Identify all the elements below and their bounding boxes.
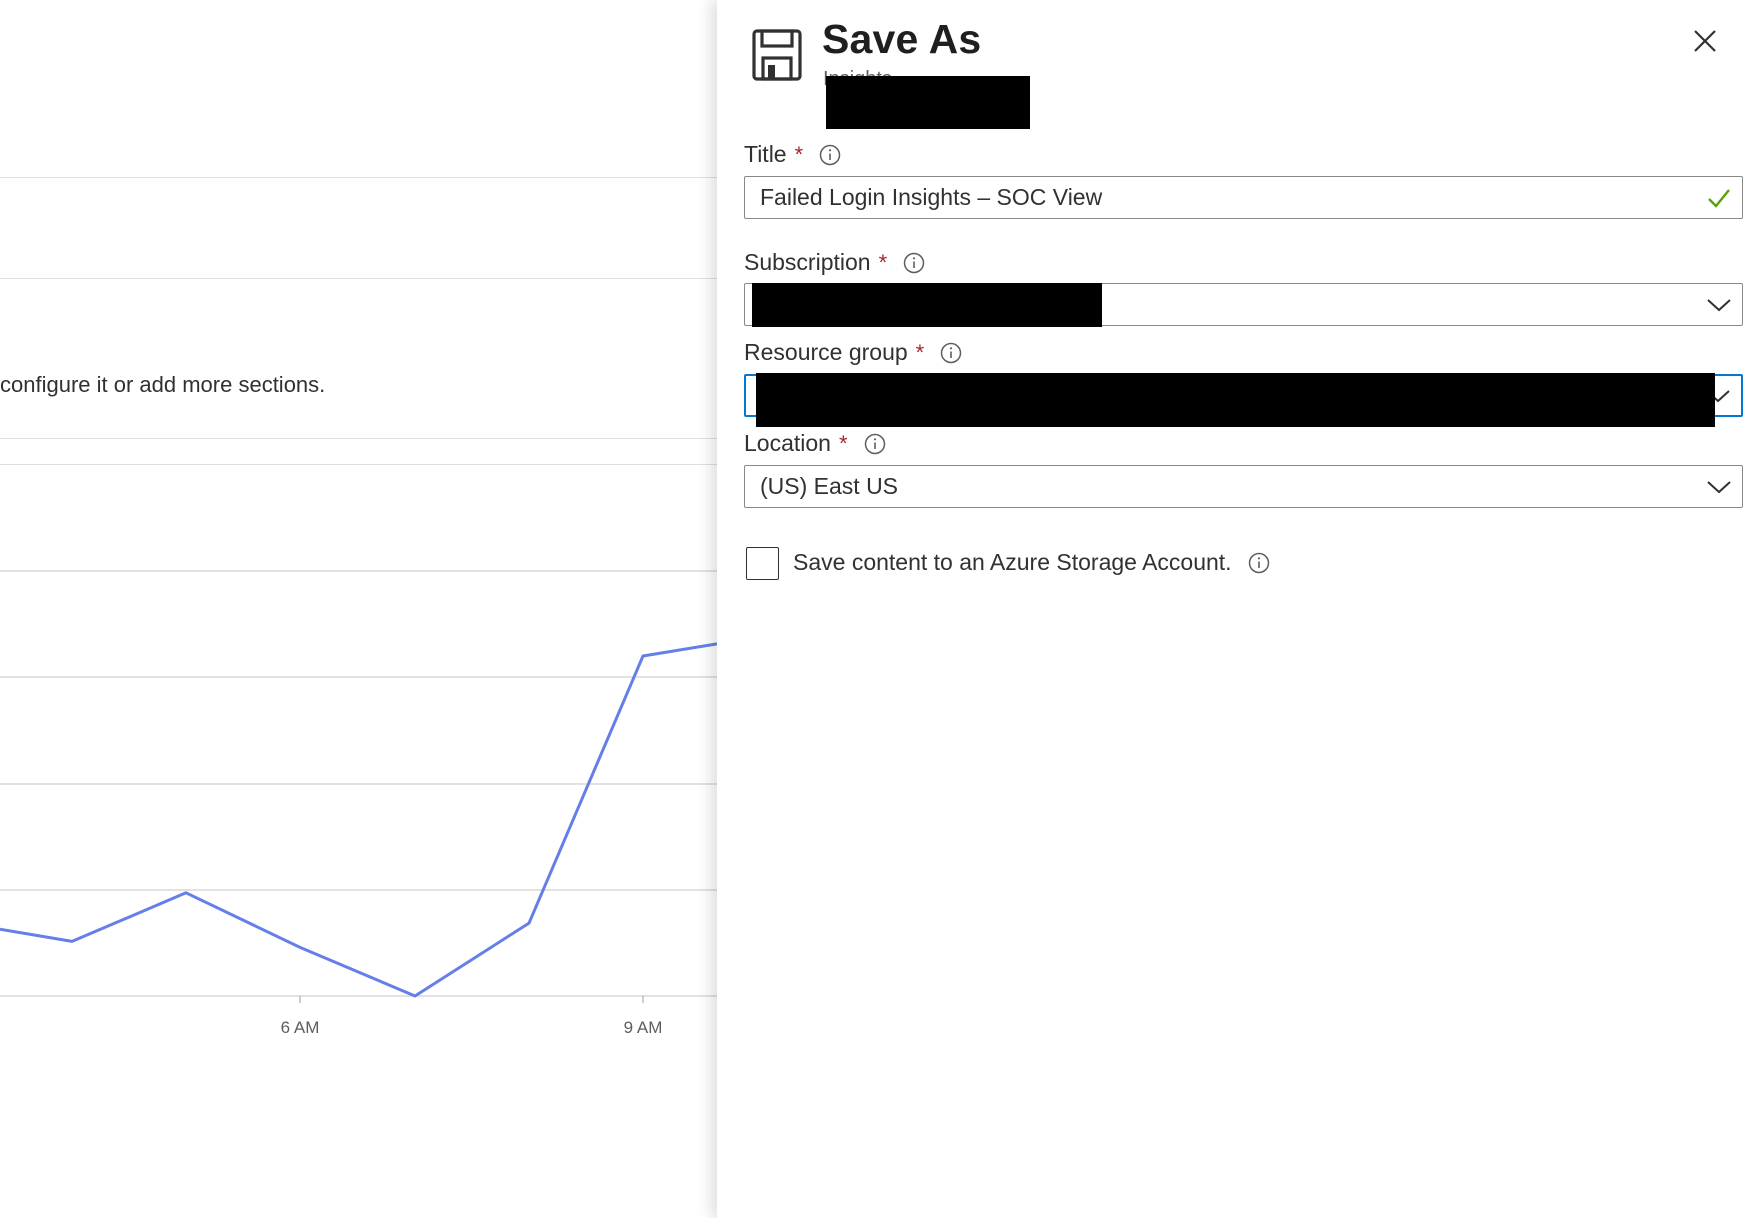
chevron-down-icon	[1707, 480, 1731, 493]
title-field-label: Title *	[744, 141, 841, 168]
redaction-block	[756, 373, 1715, 427]
subscription-field-label: Subscription *	[744, 249, 925, 276]
title-input[interactable]: Failed Login Insights – SOC View	[744, 176, 1743, 219]
info-icon[interactable]	[940, 342, 962, 364]
resource-group-label-text: Resource group	[744, 339, 908, 365]
x-axis-ticks: 6 AM 9 AM	[281, 996, 663, 1037]
storage-account-label: Save content to an Azure Storage Account…	[793, 549, 1270, 576]
info-icon[interactable]	[1248, 552, 1270, 574]
workbook-canvas: configure it or add more sections. 6 AM 9…	[0, 0, 717, 1218]
save-as-panel: Save As Insights Title * Failed Login In…	[717, 0, 1746, 1218]
redaction-block	[826, 76, 1030, 129]
checkmark-icon	[1708, 188, 1730, 208]
redaction-block	[752, 283, 1102, 327]
required-asterisk: *	[794, 141, 804, 167]
chevron-down-icon	[1707, 298, 1731, 311]
required-asterisk: *	[878, 249, 888, 275]
storage-account-checkbox[interactable]	[746, 547, 779, 580]
chart-series-line	[0, 642, 717, 998]
required-asterisk: *	[915, 339, 925, 365]
required-asterisk: *	[838, 430, 848, 456]
floppy-disk-icon	[752, 29, 802, 81]
x-tick-label: 6 AM	[281, 1018, 320, 1037]
x-tick-label: 9 AM	[624, 1018, 663, 1037]
location-value: (US) East US	[760, 473, 899, 499]
info-icon[interactable]	[864, 433, 886, 455]
line-chart: 6 AM 9 AM	[0, 570, 717, 1037]
title-input-value: Failed Login Insights – SOC View	[760, 184, 1103, 210]
panel-title: Save As	[822, 16, 982, 62]
storage-account-label-text: Save content to an Azure Storage Account…	[793, 549, 1232, 575]
info-icon[interactable]	[903, 252, 925, 274]
location-dropdown[interactable]: (US) East US	[744, 465, 1743, 508]
resource-group-field-label: Resource group *	[744, 339, 962, 366]
info-icon[interactable]	[819, 144, 841, 166]
close-icon[interactable]	[1688, 24, 1722, 58]
screen: configure it or add more sections. 6 AM 9…	[0, 0, 1746, 1218]
title-label-text: Title	[744, 141, 787, 167]
location-label-text: Location	[744, 430, 831, 456]
subscription-label-text: Subscription	[744, 249, 871, 275]
location-field-label: Location *	[744, 430, 886, 457]
chart-gridlines	[0, 570, 717, 997]
